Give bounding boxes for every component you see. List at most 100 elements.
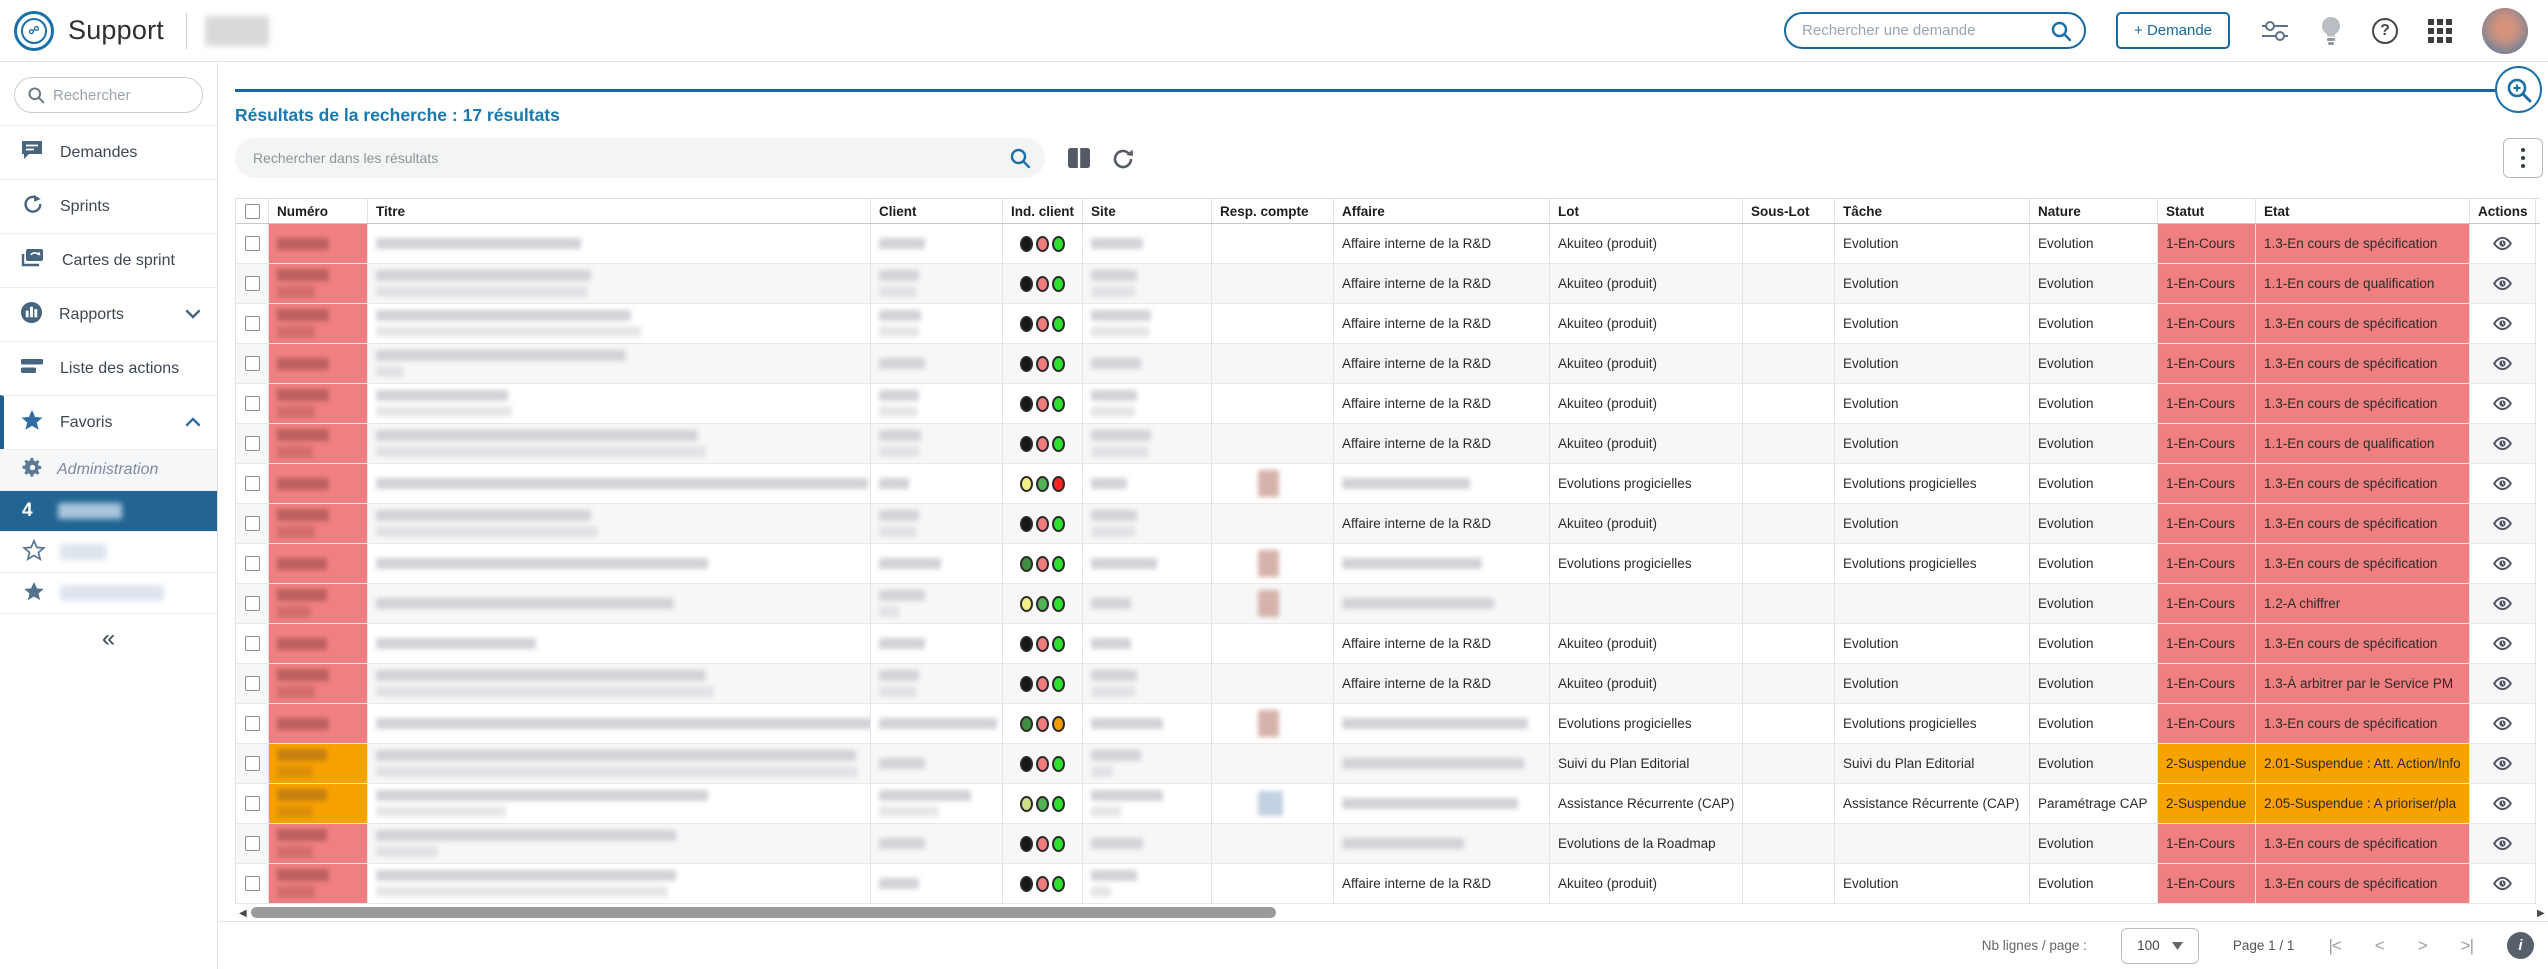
sidebar-item-sprints[interactable]: Sprints — [0, 179, 217, 233]
table-row[interactable]: Evolutions progiciellesEvolutions progic… — [236, 704, 2540, 744]
search-zoom-button[interactable] — [2495, 66, 2542, 113]
view-row-button[interactable] — [2492, 276, 2513, 291]
first-page-button[interactable]: |< — [2328, 936, 2340, 956]
sidebar-item-favoris[interactable]: Favoris — [0, 395, 217, 449]
view-row-button[interactable] — [2492, 596, 2513, 611]
view-row-button[interactable] — [2492, 876, 2513, 891]
sidebar-item-rapports[interactable]: Rapports — [0, 287, 217, 341]
cell-affaire: Affaire interne de la R&D — [1334, 624, 1550, 664]
table-row[interactable]: Evolutions de la RoadmapEvolution1-En-Co… — [236, 824, 2540, 864]
favorite-item-administration[interactable]: Administration — [0, 449, 217, 490]
last-page-button[interactable]: >| — [2461, 936, 2473, 956]
view-row-button[interactable] — [2492, 516, 2513, 531]
view-row-button[interactable] — [2492, 716, 2513, 731]
search-icon[interactable] — [1009, 147, 1031, 169]
row-checkbox[interactable] — [245, 236, 260, 251]
global-search-input[interactable] — [1802, 22, 2050, 39]
view-row-button[interactable] — [2492, 476, 2513, 491]
view-row-button[interactable] — [2492, 756, 2513, 771]
chevron-up-icon[interactable] — [185, 414, 201, 432]
view-row-button[interactable] — [2492, 636, 2513, 651]
view-row-button[interactable] — [2492, 796, 2513, 811]
view-row-button[interactable] — [2492, 236, 2513, 251]
view-row-button[interactable] — [2492, 556, 2513, 571]
chevron-down-icon[interactable] — [185, 306, 201, 324]
new-demande-button[interactable]: + Demande — [2116, 12, 2230, 49]
lightbulb-icon[interactable] — [2320, 16, 2342, 46]
view-row-button[interactable] — [2492, 316, 2513, 331]
global-search[interactable] — [1784, 12, 2086, 49]
row-checkbox[interactable] — [245, 636, 260, 651]
sidebar-item-liste-des-actions[interactable]: Liste des actions — [0, 341, 217, 395]
row-checkbox[interactable] — [245, 836, 260, 851]
select-all-checkbox[interactable] — [245, 204, 260, 219]
row-checkbox[interactable] — [245, 276, 260, 291]
prev-page-button[interactable]: < — [2375, 936, 2384, 956]
row-checkbox[interactable] — [245, 356, 260, 371]
table-row[interactable]: Evolutions progiciellesEvolutions progic… — [236, 464, 2540, 504]
table-row[interactable]: Assistance Récurrente (CAP)Assistance Ré… — [236, 784, 2540, 824]
redacted-line — [879, 638, 925, 649]
info-icon[interactable]: i — [2507, 932, 2534, 959]
favorite-item[interactable] — [0, 572, 217, 613]
results-filter[interactable] — [235, 138, 1045, 178]
table-row[interactable]: Affaire interne de la R&DAkuiteo (produi… — [236, 344, 2540, 384]
filter-sliders-icon[interactable] — [2260, 17, 2290, 45]
table-row[interactable]: Suivi du Plan EditorialSuivi du Plan Edi… — [236, 744, 2540, 784]
row-checkbox[interactable] — [245, 876, 260, 891]
row-checkbox[interactable] — [245, 756, 260, 771]
view-row-button[interactable] — [2492, 356, 2513, 371]
view-row-button[interactable] — [2492, 436, 2513, 451]
row-checkbox[interactable] — [245, 676, 260, 691]
row-checkbox[interactable] — [245, 396, 260, 411]
help-icon[interactable]: ? — [2372, 18, 2398, 44]
table-row[interactable]: Affaire interne de la R&DAkuiteo (produi… — [236, 504, 2540, 544]
sidebar-search[interactable] — [14, 77, 203, 113]
table-row[interactable]: Affaire interne de la R&DAkuiteo (produi… — [236, 864, 2540, 904]
scrollbar-thumb[interactable] — [251, 907, 1276, 918]
table-row[interactable]: Evolutions progiciellesEvolutions progic… — [236, 544, 2540, 584]
row-checkbox[interactable] — [245, 516, 260, 531]
next-page-button[interactable]: > — [2418, 936, 2427, 956]
view-row-button[interactable] — [2492, 836, 2513, 851]
table-row[interactable]: Affaire interne de la R&DAkuiteo (produi… — [236, 304, 2540, 344]
refresh-icon[interactable] — [1111, 147, 1135, 176]
table-row[interactable]: Evolution1-En-Cours1.2-A chiffrer — [236, 584, 2540, 624]
cell-titre — [368, 224, 871, 264]
apps-grid-icon[interactable] — [2428, 19, 2452, 43]
sidebar-collapse-button[interactable]: « — [0, 613, 217, 663]
row-checkbox[interactable] — [245, 716, 260, 731]
table-row[interactable]: Affaire interne de la R&DAkuiteo (produi… — [236, 224, 2540, 264]
sidebar-item-demandes[interactable]: Demandes — [0, 125, 217, 179]
sidebar-item-cartes-de-sprint[interactable]: Cartes de sprint — [0, 233, 217, 287]
table-row[interactable]: Affaire interne de la R&DAkuiteo (produi… — [236, 264, 2540, 304]
table-row[interactable]: Affaire interne de la R&DAkuiteo (produi… — [236, 424, 2540, 464]
table-menu-button[interactable] — [2503, 138, 2543, 178]
favorite-item[interactable] — [0, 531, 217, 572]
table-row[interactable]: Affaire interne de la R&DAkuiteo (produi… — [236, 624, 2540, 664]
columns-config-icon[interactable] — [1067, 147, 1091, 174]
user-avatar[interactable] — [2482, 8, 2528, 54]
cell-ind-client — [1003, 784, 1083, 824]
row-checkbox[interactable] — [245, 596, 260, 611]
scroll-left-arrow[interactable]: ◀ — [239, 908, 247, 919]
horizontal-scrollbar[interactable]: ◀ ▶ — [219, 906, 2548, 920]
row-checkbox[interactable] — [245, 556, 260, 571]
table-row[interactable]: Affaire interne de la R&DAkuiteo (produi… — [236, 664, 2540, 704]
rows-per-page-select[interactable]: 100 — [2121, 928, 2199, 964]
cell-etat: 1.3-À arbitrer par le Service PM — [2256, 664, 2470, 704]
results-filter-input[interactable] — [253, 150, 1009, 166]
app-logo[interactable]: ☍ Support — [14, 11, 164, 51]
sidebar-search-input[interactable] — [53, 87, 173, 104]
favorite-item-active[interactable]: 4 — [0, 490, 217, 531]
view-row-button[interactable] — [2492, 396, 2513, 411]
view-row-button[interactable] — [2492, 676, 2513, 691]
row-checkbox[interactable] — [245, 316, 260, 331]
row-checkbox[interactable] — [245, 476, 260, 491]
table-row[interactable]: Affaire interne de la R&DAkuiteo (produi… — [236, 384, 2540, 424]
row-checkbox[interactable] — [245, 796, 260, 811]
client-indicator-lights — [1020, 396, 1065, 412]
row-checkbox[interactable] — [245, 436, 260, 451]
scroll-right-arrow[interactable]: ▶ — [2537, 908, 2545, 919]
search-icon[interactable] — [2050, 20, 2072, 42]
